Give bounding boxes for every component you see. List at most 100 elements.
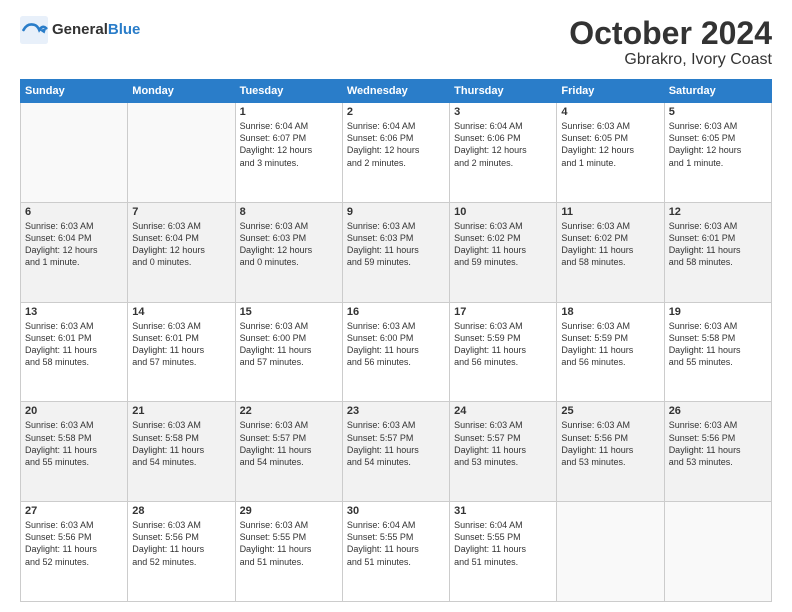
header-friday: Friday <box>557 80 664 103</box>
day-number: 29 <box>240 505 338 517</box>
page-title: October 2024 <box>569 16 772 51</box>
calendar-week-row: 20 Sunrise: 6:03 AM Sunset: 5:58 PM Dayli… <box>21 402 772 502</box>
day-info: Sunrise: 6:04 AM Sunset: 6:07 PM Dayligh… <box>240 120 338 169</box>
day-info: Sunrise: 6:03 AM Sunset: 6:01 PM Dayligh… <box>25 320 123 369</box>
calendar-cell: 20 Sunrise: 6:03 AM Sunset: 5:58 PM Dayli… <box>21 402 128 502</box>
calendar-cell: 17 Sunrise: 6:03 AM Sunset: 5:59 PM Dayli… <box>450 302 557 402</box>
header-saturday: Saturday <box>664 80 771 103</box>
day-number: 10 <box>454 206 552 218</box>
day-info: Sunrise: 6:03 AM Sunset: 5:58 PM Dayligh… <box>25 419 123 468</box>
calendar-cell: 2Sunrise: 6:04 AM Sunset: 6:06 PM Daylig… <box>342 103 449 203</box>
calendar-week-row: 27 Sunrise: 6:03 AM Sunset: 5:56 PM Dayli… <box>21 502 772 602</box>
calendar-cell: 28Sunrise: 6:03 AM Sunset: 5:56 PM Dayli… <box>128 502 235 602</box>
day-number: 8 <box>240 206 338 218</box>
day-number: 19 <box>669 306 767 318</box>
day-info: Sunrise: 6:03 AM Sunset: 5:56 PM Dayligh… <box>25 519 123 568</box>
calendar-cell: 29Sunrise: 6:03 AM Sunset: 5:55 PM Dayli… <box>235 502 342 602</box>
day-number: 20 <box>25 405 123 417</box>
day-number: 13 <box>25 306 123 318</box>
day-info: Sunrise: 6:03 AM Sunset: 6:04 PM Dayligh… <box>132 220 230 269</box>
day-info: Sunrise: 6:03 AM Sunset: 6:03 PM Dayligh… <box>347 220 445 269</box>
calendar-cell: 5 Sunrise: 6:03 AM Sunset: 6:05 PM Daylig… <box>664 103 771 203</box>
day-info: Sunrise: 6:03 AM Sunset: 6:05 PM Dayligh… <box>669 120 767 169</box>
calendar-cell: 25Sunrise: 6:03 AM Sunset: 5:56 PM Dayli… <box>557 402 664 502</box>
calendar-cell: 7Sunrise: 6:03 AM Sunset: 6:04 PM Daylig… <box>128 202 235 302</box>
logo-text: GeneralBlue <box>52 21 140 39</box>
day-info: Sunrise: 6:03 AM Sunset: 5:58 PM Dayligh… <box>132 419 230 468</box>
day-info: Sunrise: 6:03 AM Sunset: 6:05 PM Dayligh… <box>561 120 659 169</box>
calendar-cell: 30Sunrise: 6:04 AM Sunset: 5:55 PM Dayli… <box>342 502 449 602</box>
day-info: Sunrise: 6:03 AM Sunset: 5:57 PM Dayligh… <box>347 419 445 468</box>
calendar-header-row: Sunday Monday Tuesday Wednesday Thursday… <box>21 80 772 103</box>
day-number: 15 <box>240 306 338 318</box>
calendar-cell: 9 Sunrise: 6:03 AM Sunset: 6:03 PM Daylig… <box>342 202 449 302</box>
day-info: Sunrise: 6:03 AM Sunset: 6:01 PM Dayligh… <box>132 320 230 369</box>
day-number: 6 <box>25 206 123 218</box>
day-number: 17 <box>454 306 552 318</box>
day-info: Sunrise: 6:03 AM Sunset: 5:59 PM Dayligh… <box>454 320 552 369</box>
day-info: Sunrise: 6:03 AM Sunset: 5:57 PM Dayligh… <box>454 419 552 468</box>
calendar-cell: 8 Sunrise: 6:03 AM Sunset: 6:03 PM Daylig… <box>235 202 342 302</box>
calendar-week-row: 6 Sunrise: 6:03 AM Sunset: 6:04 PM Daylig… <box>21 202 772 302</box>
day-number: 5 <box>669 106 767 118</box>
day-number: 12 <box>669 206 767 218</box>
day-number: 4 <box>561 106 659 118</box>
title-block: October 2024 Gbrakro, Ivory Coast <box>569 16 772 69</box>
calendar-cell: 12 Sunrise: 6:03 AM Sunset: 6:01 PM Dayli… <box>664 202 771 302</box>
day-info: Sunrise: 6:04 AM Sunset: 6:06 PM Dayligh… <box>454 120 552 169</box>
calendar-cell: 26 Sunrise: 6:03 AM Sunset: 5:56 PM Dayli… <box>664 402 771 502</box>
header-sunday: Sunday <box>21 80 128 103</box>
calendar-cell: 13 Sunrise: 6:03 AM Sunset: 6:01 PM Dayli… <box>21 302 128 402</box>
day-info: Sunrise: 6:03 AM Sunset: 5:58 PM Dayligh… <box>669 320 767 369</box>
calendar-week-row: 1Sunrise: 6:04 AM Sunset: 6:07 PM Daylig… <box>21 103 772 203</box>
calendar-cell: 4 Sunrise: 6:03 AM Sunset: 6:05 PM Daylig… <box>557 103 664 203</box>
day-info: Sunrise: 6:03 AM Sunset: 6:00 PM Dayligh… <box>240 320 338 369</box>
calendar-cell: 10 Sunrise: 6:03 AM Sunset: 6:02 PM Dayli… <box>450 202 557 302</box>
calendar-cell <box>557 502 664 602</box>
calendar-cell: 16 Sunrise: 6:03 AM Sunset: 6:00 PM Dayli… <box>342 302 449 402</box>
day-info: Sunrise: 6:03 AM Sunset: 6:01 PM Dayligh… <box>669 220 767 269</box>
day-info: Sunrise: 6:03 AM Sunset: 5:59 PM Dayligh… <box>561 320 659 369</box>
calendar-cell: 24 Sunrise: 6:03 AM Sunset: 5:57 PM Dayli… <box>450 402 557 502</box>
day-info: Sunrise: 6:03 AM Sunset: 5:57 PM Dayligh… <box>240 419 338 468</box>
calendar-table: Sunday Monday Tuesday Wednesday Thursday… <box>20 79 772 602</box>
header-tuesday: Tuesday <box>235 80 342 103</box>
day-number: 22 <box>240 405 338 417</box>
logo-icon <box>20 16 48 44</box>
day-info: Sunrise: 6:04 AM Sunset: 6:06 PM Dayligh… <box>347 120 445 169</box>
day-number: 16 <box>347 306 445 318</box>
logo: GeneralBlue <box>20 16 140 44</box>
day-info: Sunrise: 6:03 AM Sunset: 6:04 PM Dayligh… <box>25 220 123 269</box>
day-number: 26 <box>669 405 767 417</box>
calendar-cell: 14Sunrise: 6:03 AM Sunset: 6:01 PM Dayli… <box>128 302 235 402</box>
day-number: 30 <box>347 505 445 517</box>
calendar-cell: 18 Sunrise: 6:03 AM Sunset: 5:59 PM Dayli… <box>557 302 664 402</box>
calendar-cell: 19 Sunrise: 6:03 AM Sunset: 5:58 PM Dayli… <box>664 302 771 402</box>
day-number: 18 <box>561 306 659 318</box>
day-number: 31 <box>454 505 552 517</box>
day-number: 24 <box>454 405 552 417</box>
day-number: 23 <box>347 405 445 417</box>
day-number: 21 <box>132 405 230 417</box>
calendar-cell <box>21 103 128 203</box>
calendar-cell: 3Sunrise: 6:04 AM Sunset: 6:06 PM Daylig… <box>450 103 557 203</box>
calendar-cell: 11Sunrise: 6:03 AM Sunset: 6:02 PM Dayli… <box>557 202 664 302</box>
day-number: 9 <box>347 206 445 218</box>
day-info: Sunrise: 6:03 AM Sunset: 6:03 PM Dayligh… <box>240 220 338 269</box>
calendar-week-row: 13 Sunrise: 6:03 AM Sunset: 6:01 PM Dayli… <box>21 302 772 402</box>
calendar-cell: 1Sunrise: 6:04 AM Sunset: 6:07 PM Daylig… <box>235 103 342 203</box>
day-info: Sunrise: 6:03 AM Sunset: 6:02 PM Dayligh… <box>561 220 659 269</box>
calendar-cell <box>128 103 235 203</box>
page: GeneralBlue October 2024 Gbrakro, Ivory … <box>0 0 792 612</box>
day-number: 27 <box>25 505 123 517</box>
calendar-cell: 23 Sunrise: 6:03 AM Sunset: 5:57 PM Dayli… <box>342 402 449 502</box>
calendar-cell <box>664 502 771 602</box>
calendar-cell: 27 Sunrise: 6:03 AM Sunset: 5:56 PM Dayli… <box>21 502 128 602</box>
header: GeneralBlue October 2024 Gbrakro, Ivory … <box>20 16 772 69</box>
day-info: Sunrise: 6:03 AM Sunset: 5:56 PM Dayligh… <box>132 519 230 568</box>
day-info: Sunrise: 6:03 AM Sunset: 6:00 PM Dayligh… <box>347 320 445 369</box>
page-subtitle: Gbrakro, Ivory Coast <box>569 51 772 69</box>
header-thursday: Thursday <box>450 80 557 103</box>
day-info: Sunrise: 6:03 AM Sunset: 5:56 PM Dayligh… <box>669 419 767 468</box>
day-info: Sunrise: 6:03 AM Sunset: 6:02 PM Dayligh… <box>454 220 552 269</box>
